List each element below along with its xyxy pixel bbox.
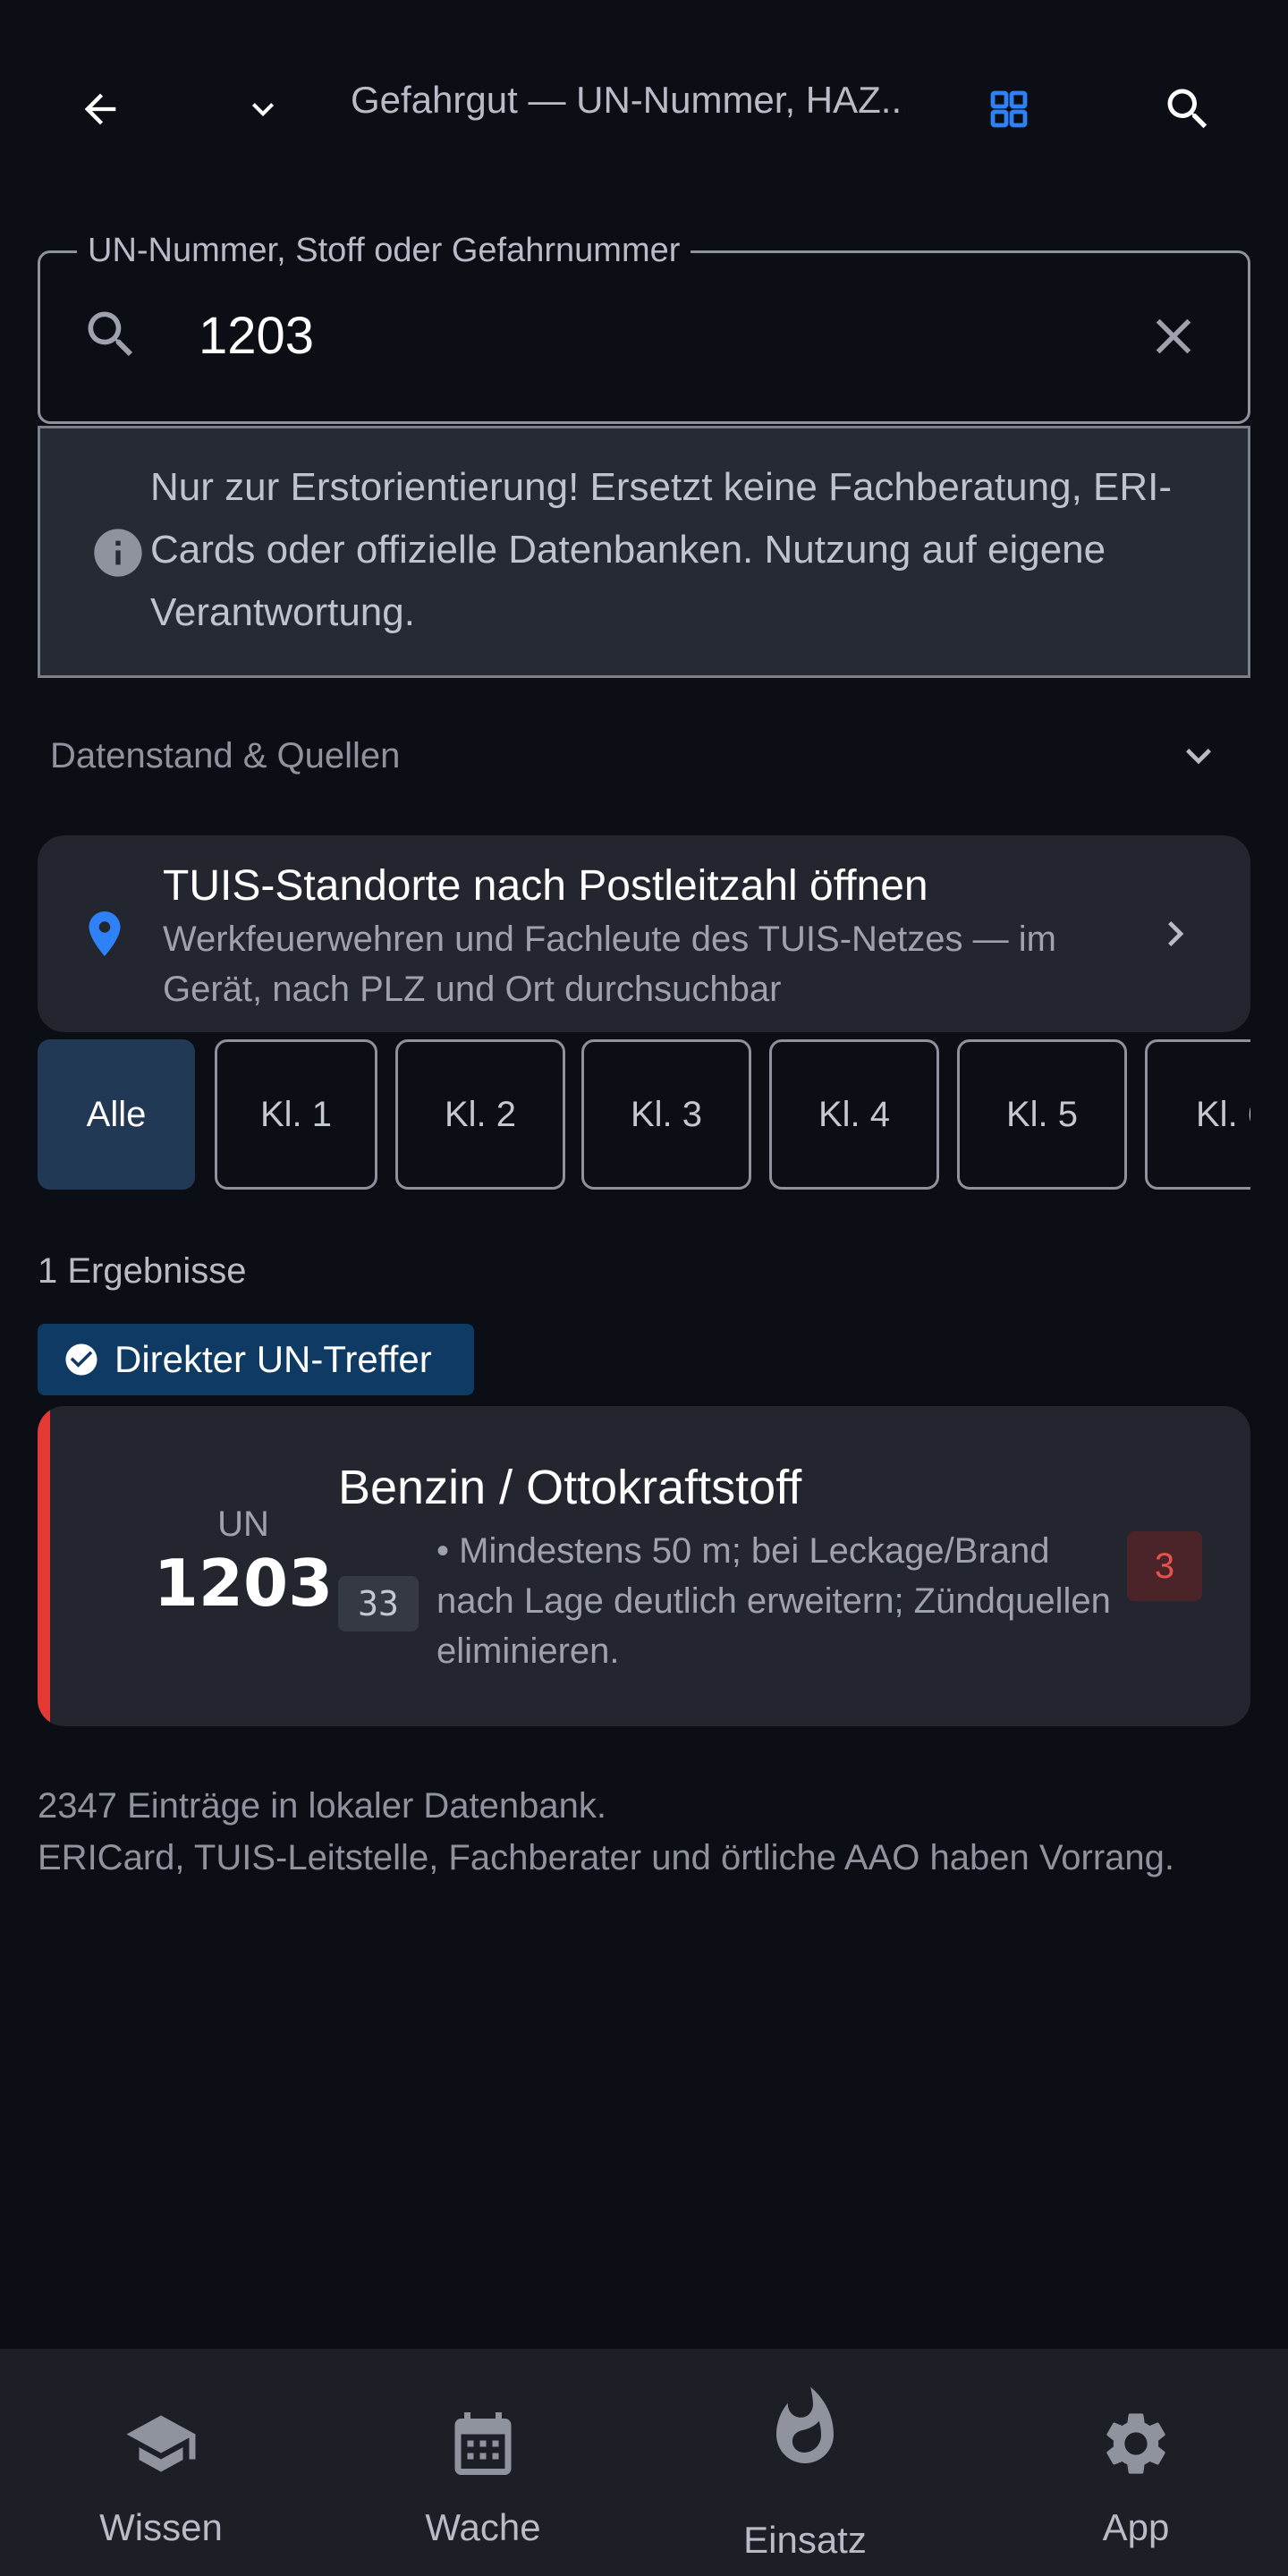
arrow-back-icon <box>84 93 116 125</box>
substance-name: Benzin / Ottokraftstoff <box>338 1461 802 1514</box>
chevron-down-icon <box>252 103 274 116</box>
graduation-cap-icon <box>116 2399 206 2488</box>
hazard-class-tag: 3 <box>1127 1531 1202 1601</box>
filter-chip-class-6[interactable]: Kl. 6 <box>1145 1039 1250 1190</box>
tuis-card-title: TUIS-Standorte nach Postleitzahl öffnen <box>163 862 928 910</box>
un-number: 1203 <box>153 1546 334 1621</box>
nav-label-wache: Wache <box>425 2506 541 2548</box>
class-filter-chips: Alle Kl. 1 Kl. 2 Kl. 3 Kl. 4 Kl. 5 Kl. 6 <box>38 1039 1250 1191</box>
filter-chip-class-5[interactable]: Kl. 5 <box>957 1039 1127 1190</box>
search-icon <box>1167 89 1208 129</box>
filter-chip-class-2[interactable]: Kl. 2 <box>395 1039 565 1190</box>
database-count-text: 2347 Einträge in lokaler Datenbank. <box>38 1786 606 1826</box>
page-title: Gefahrgut — UN-Nummer, HAZ... <box>351 79 905 121</box>
expand-toggle[interactable] <box>1170 724 1227 787</box>
priority-note-text: ERICard, TUIS-Leitstelle, Fachberater un… <box>38 1838 1175 1877</box>
hazard-number: 33 <box>338 1576 419 1631</box>
nav-label-app: App <box>1102 2506 1170 2548</box>
nav-label-einsatz: Einsatz <box>743 2519 867 2561</box>
nav-item-app[interactable]: App <box>975 2349 1288 2576</box>
fire-icon <box>760 2383 850 2472</box>
tuis-card-chevron <box>1148 905 1202 962</box>
filter-chip-class-4[interactable]: Kl. 4 <box>769 1039 939 1190</box>
nav-item-wissen[interactable]: Wissen <box>0 2349 322 2576</box>
clear-search-button[interactable] <box>1138 301 1209 372</box>
chevron-right-icon <box>1168 921 1184 946</box>
direct-match-label: Direkter UN-Treffer <box>114 1338 432 1380</box>
calendar-icon <box>438 2399 528 2488</box>
close-icon <box>1156 318 1191 354</box>
search-button[interactable] <box>1150 72 1225 147</box>
isolation-distance-text: • Mindestens 50 m; bei Leckage/Brand nac… <box>436 1531 1111 1671</box>
nav-label-wissen: Wissen <box>99 2506 223 2548</box>
check-circle-icon <box>65 1343 97 1376</box>
result-count: 1 Ergebnisse <box>38 1251 247 1291</box>
search-icon <box>88 311 133 357</box>
disclaimer-text: Nur zur Erstorientierung! Ersetzt keine … <box>150 465 1173 634</box>
gear-icon <box>1091 2399 1181 2488</box>
chevron-down-icon <box>1186 749 1211 765</box>
top-app-bar: Gefahrgut — UN-Nummer, HAZ... <box>0 0 1288 200</box>
un-label: UN <box>217 1504 269 1544</box>
datenstand-label: Datenstand & Quellen <box>50 736 401 775</box>
grid-icon <box>990 90 1028 128</box>
back-button[interactable] <box>64 73 136 145</box>
search-field-label: UN-Nummer, Stoff oder Gefahrnummer <box>77 229 691 272</box>
datenstand-expander[interactable]: Datenstand & Quellen <box>38 724 1250 787</box>
hazard-stripe <box>38 1406 50 1726</box>
info-icon <box>94 529 142 577</box>
info-icon-wrap <box>86 521 150 585</box>
filter-chip-class-1[interactable]: Kl. 1 <box>215 1039 377 1190</box>
bottom-navigation: Wissen Wache Einsatz App <box>0 2349 1288 2576</box>
filter-chip-class-3[interactable]: Kl. 3 <box>581 1039 751 1190</box>
search-field-icon <box>75 299 147 370</box>
direct-match-badge: Direkter UN-Treffer <box>38 1324 474 1395</box>
nav-item-einsatz[interactable]: Einsatz <box>644 2349 966 2576</box>
result-card[interactable]: UN 1203 Benzin / Ottokraftstoff 33 • Min… <box>38 1406 1250 1726</box>
database-note: 2347 Einträge in lokaler Datenbank. ERIC… <box>38 1780 1250 1884</box>
tuis-card-subtitle: Werkfeuerwehren und Fachleute des TUIS-N… <box>163 919 1056 1009</box>
location-pin-icon-wrap <box>73 902 136 966</box>
nav-item-wache[interactable]: Wache <box>322 2349 644 2576</box>
filter-chip-all[interactable]: Alle <box>38 1039 195 1190</box>
dropdown-button[interactable] <box>227 73 299 145</box>
location-pin-icon <box>89 911 121 956</box>
search-input[interactable] <box>199 304 1075 369</box>
grid-view-button[interactable] <box>973 73 1045 145</box>
